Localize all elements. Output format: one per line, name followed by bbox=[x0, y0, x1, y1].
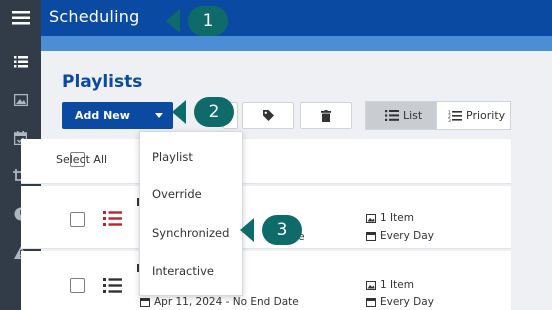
hamburger-icon bbox=[11, 11, 30, 25]
callout-number: 1 bbox=[188, 6, 228, 36]
nav-playlists-button[interactable] bbox=[0, 50, 41, 74]
row-item-count-text: 1 Item bbox=[380, 279, 414, 291]
image-icon bbox=[366, 213, 376, 223]
row-checkbox[interactable] bbox=[70, 212, 85, 227]
view-list-toggle[interactable]: List bbox=[365, 101, 437, 130]
list-icon bbox=[385, 110, 399, 121]
view-priority-toggle[interactable]: 1 2 3 Priority bbox=[436, 101, 511, 130]
tag-button[interactable] bbox=[242, 102, 294, 129]
calendar-icon bbox=[366, 298, 376, 307]
callout-number: 2 bbox=[194, 97, 234, 127]
list-icon bbox=[13, 56, 28, 68]
trash-icon bbox=[321, 109, 331, 122]
chevron-down-icon bbox=[155, 113, 163, 118]
menu-item-synchronized[interactable]: Synchronized bbox=[152, 226, 229, 240]
add-new-menu: Playlist Override Synchronized Interacti… bbox=[139, 131, 243, 296]
numbered-list-icon: 1 2 3 bbox=[448, 110, 462, 122]
app-title: Scheduling bbox=[49, 7, 140, 26]
callout-pointer bbox=[172, 100, 186, 124]
row-date-range-text: Apr 11, 2024 - No End Date bbox=[154, 296, 299, 308]
row-date-range: Apr 11, 2024 - No End Date bbox=[140, 296, 299, 308]
menu-item-override[interactable]: Override bbox=[152, 187, 202, 201]
view-priority-label: Priority bbox=[466, 109, 506, 122]
callout-pointer bbox=[240, 218, 254, 242]
row-schedule: Every Day bbox=[366, 230, 434, 242]
add-new-label: Add New bbox=[75, 109, 130, 122]
image-icon bbox=[13, 94, 28, 106]
view-list-label: List bbox=[403, 109, 423, 122]
calendar-icon bbox=[366, 232, 376, 241]
nav-media-button[interactable] bbox=[0, 88, 41, 112]
add-new-button[interactable]: Add New bbox=[62, 102, 173, 129]
row-item-count-text: 1 Item bbox=[380, 212, 414, 224]
row-schedule: Every Day bbox=[366, 296, 434, 308]
select-all-label: Select All bbox=[56, 153, 108, 166]
page-title: Playlists bbox=[62, 72, 143, 92]
delete-button[interactable] bbox=[300, 102, 352, 129]
app-header: Scheduling bbox=[41, 0, 552, 36]
callout-3: 3 bbox=[240, 215, 302, 245]
playlist-type-icon bbox=[103, 211, 122, 226]
row-item-count: 1 Item bbox=[366, 212, 414, 224]
row-checkbox[interactable] bbox=[70, 278, 85, 293]
playlist-type-icon bbox=[103, 278, 122, 293]
row-schedule-text: Every Day bbox=[380, 230, 434, 242]
hamburger-menu-button[interactable] bbox=[0, 0, 41, 36]
callout-pointer bbox=[166, 9, 180, 33]
row-item-count: 1 Item bbox=[366, 279, 414, 291]
svg-text:3: 3 bbox=[448, 118, 451, 122]
menu-item-interactive[interactable]: Interactive bbox=[152, 264, 214, 278]
menu-item-playlist[interactable]: Playlist bbox=[152, 150, 193, 164]
calendar-icon bbox=[140, 298, 150, 307]
callout-2: 2 bbox=[172, 97, 234, 127]
row-schedule-text: Every Day bbox=[380, 296, 434, 308]
image-icon bbox=[366, 280, 376, 290]
tag-icon bbox=[262, 110, 274, 121]
callout-number: 3 bbox=[262, 215, 302, 245]
callout-1: 1 bbox=[166, 6, 228, 36]
sub-header-bar bbox=[41, 36, 552, 51]
